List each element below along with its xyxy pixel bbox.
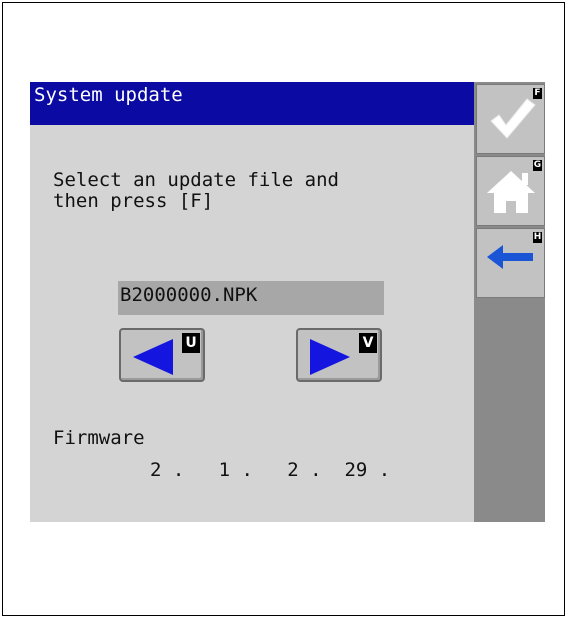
confirm-softkey[interactable]: F: [476, 84, 545, 154]
previous-file-button[interactable]: U: [119, 328, 205, 382]
key-tag-h: H: [533, 232, 542, 243]
firmware-version: 2 . 1 . 2 . 29 .: [150, 459, 391, 481]
next-file-button[interactable]: V: [296, 328, 382, 382]
key-tag-v: V: [359, 333, 377, 353]
key-tag-u: U: [182, 333, 200, 353]
terminal-screen: System update Select an update file and …: [30, 82, 545, 522]
instruction-text: Select an update file and then press [F]: [53, 169, 339, 212]
firmware-label: Firmware: [53, 427, 145, 449]
softkey-column: F G H: [474, 82, 545, 522]
page-title: System update: [34, 84, 183, 106]
key-tag-g: G: [533, 160, 542, 171]
content-area: Select an update file and then press [F]…: [30, 125, 474, 522]
selected-file-field[interactable]: B2000000.NPK: [118, 281, 384, 315]
key-tag-f: F: [533, 88, 542, 99]
home-softkey[interactable]: G: [476, 156, 545, 226]
title-bar: System update: [30, 82, 474, 125]
back-softkey[interactable]: H: [476, 228, 545, 298]
file-name: B2000000.NPK: [120, 284, 258, 306]
